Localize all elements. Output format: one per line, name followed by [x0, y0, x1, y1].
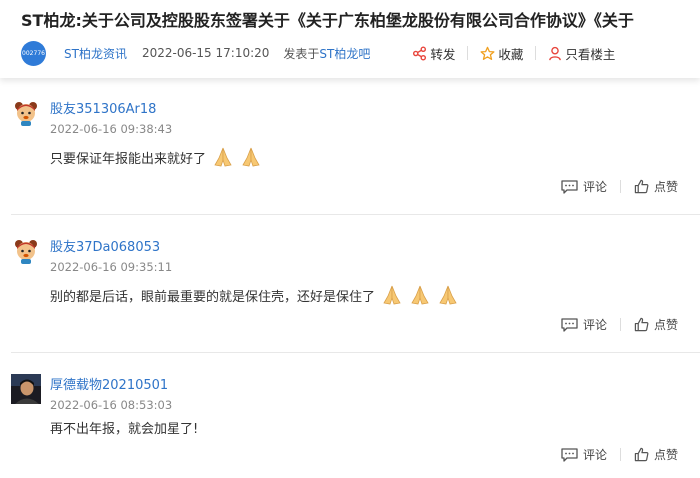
favorite-label: 收藏 [498, 46, 524, 62]
divider [535, 46, 537, 60]
comment-time: 2022-06-16 09:35:11 [50, 260, 173, 274]
reply-label: 评论 [582, 318, 607, 332]
cartoon-avatar-icon[interactable] [11, 98, 41, 128]
only-author-label: 只看楼主 [565, 46, 616, 62]
share-label: 转发 [430, 46, 456, 62]
stock-code: 002776 [22, 49, 45, 57]
comment-icon [561, 317, 578, 332]
comment-divider [11, 214, 700, 215]
posted-in-prefix: 发表于 [283, 46, 320, 61]
pray-emoji-icon [411, 285, 429, 305]
comment-content: 再不出年报，就会加星了! [50, 418, 198, 437]
divider [467, 46, 469, 60]
comment-username[interactable]: 股友37Da068053 [50, 236, 160, 255]
comment-item: 厚德载物20210501 2022-06-16 08:53:03 再不出年报，就… [11, 374, 700, 478]
comment-item: 股友37Da068053 2022-06-16 09:35:11 别的都是后话，… [11, 236, 700, 346]
thumbs-up-icon [634, 447, 649, 462]
comment-time: 2022-06-16 09:38:43 [50, 122, 173, 136]
pray-emoji-icon [439, 285, 457, 305]
comment-icon [561, 179, 578, 194]
star-icon [480, 46, 495, 60]
comment-username[interactable]: 股友351306Ar18 [50, 98, 156, 117]
stock-avatar[interactable]: 002776 [21, 40, 46, 66]
like-label: 点赞 [653, 180, 678, 194]
comment-content: 别的都是后话，眼前最重要的就是保住壳，还好是保住了 [50, 284, 459, 306]
share-button[interactable]: 转发 [412, 44, 455, 63]
post-title: ST柏龙:关于公司及控股股东签署关于《关于广东柏堡龙股份有限公司合作协议》《关于 [21, 11, 634, 30]
comment-actions: 评论 点赞 [561, 316, 678, 333]
reply-button[interactable]: 评论 [561, 446, 607, 463]
like-label: 点赞 [653, 448, 678, 462]
like-label: 点赞 [653, 318, 678, 332]
author-link[interactable]: ST柏龙资讯 [64, 45, 127, 62]
like-button[interactable]: 点赞 [634, 178, 678, 195]
comment-username[interactable]: 厚德载物20210501 [50, 374, 168, 393]
pray-emoji-icon [242, 147, 260, 167]
pray-emoji-icon [383, 285, 401, 305]
comment-actions: 评论 点赞 [561, 178, 678, 195]
cartoon-avatar-icon[interactable] [11, 236, 41, 266]
person-icon [549, 46, 562, 60]
comment-time: 2022-06-16 08:53:03 [50, 398, 173, 412]
comment-text: 别的都是后话，眼前最重要的就是保住壳，还好是保住了 [50, 289, 376, 305]
bar-link[interactable]: ST柏龙吧 [319, 47, 370, 61]
comment-text: 再不出年报，就会加星了! [50, 422, 199, 437]
divider [619, 448, 621, 461]
like-button[interactable]: 点赞 [634, 316, 678, 333]
posted-in: 发表于ST柏龙吧 [283, 45, 370, 62]
photo-avatar-icon[interactable] [11, 374, 41, 404]
reply-label: 评论 [582, 180, 607, 194]
comment-content: 只要保证年报能出来就好了 [50, 146, 262, 168]
post-header: ST柏龙:关于公司及控股股东签署关于《关于广东柏堡龙股份有限公司合作协议》《关于… [0, 0, 700, 78]
like-button[interactable]: 点赞 [634, 446, 678, 463]
favorite-button[interactable]: 收藏 [480, 44, 523, 63]
pray-emoji-icon [214, 147, 232, 167]
reply-button[interactable]: 评论 [561, 316, 607, 333]
comment-divider [11, 352, 700, 353]
post-time: 2022-06-15 17:10:20 [141, 46, 270, 60]
post-meta: 002776 ST柏龙资讯 2022-06-15 17:10:20 发表于ST柏… [21, 40, 700, 66]
comment-item: 股友351306Ar18 2022-06-16 09:38:43 只要保证年报能… [11, 98, 700, 208]
comment-text: 只要保证年报能出来就好了 [50, 151, 207, 167]
only-author-button[interactable]: 只看楼主 [548, 44, 615, 63]
thumbs-up-icon [634, 317, 649, 332]
thumbs-up-icon [634, 179, 649, 194]
reply-label: 评论 [582, 448, 607, 462]
share-icon [413, 46, 427, 60]
reply-button[interactable]: 评论 [561, 178, 607, 195]
divider [619, 318, 621, 331]
comment-icon [561, 447, 578, 462]
divider [619, 180, 621, 193]
comment-actions: 评论 点赞 [561, 446, 678, 463]
